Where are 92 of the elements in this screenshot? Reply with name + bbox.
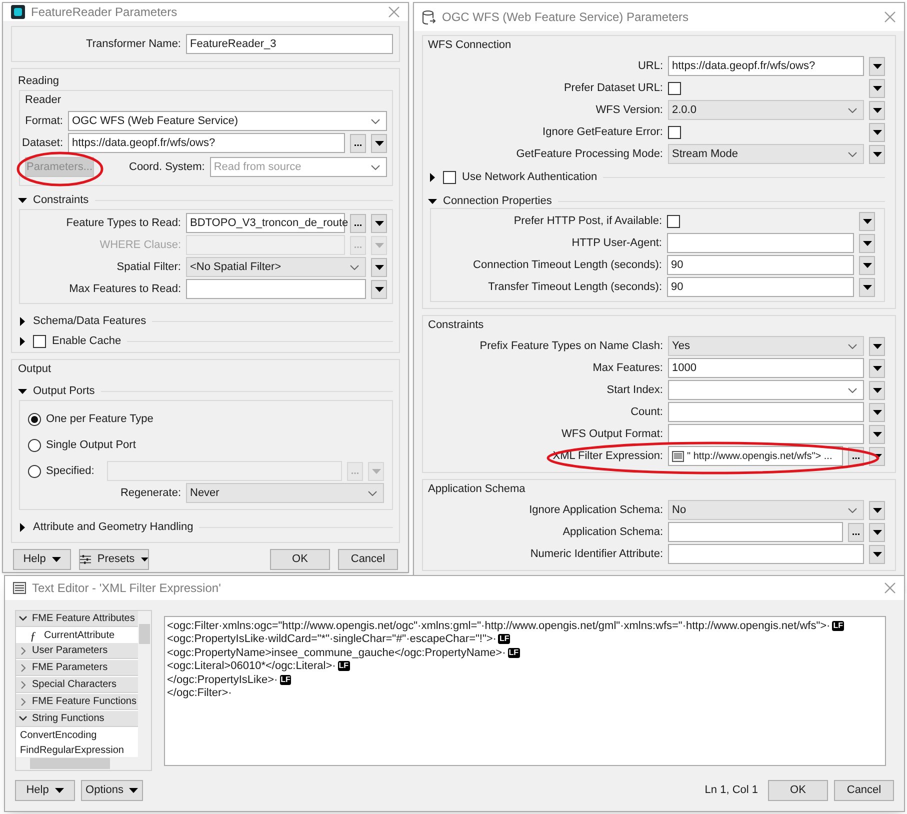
code-line: </ogc:Filter>· bbox=[167, 686, 232, 701]
field-label: Max Features: bbox=[592, 360, 663, 376]
section-title: Attribute and Geometry Handling bbox=[33, 520, 194, 535]
text-field[interactable]: 1000 bbox=[668, 358, 864, 378]
field-label: Regenerate: bbox=[120, 486, 181, 501]
window-title: OGC WFS (Web Feature Service) Parameters bbox=[442, 9, 689, 26]
window-title: Text Editor - 'XML Filter Expression' bbox=[32, 580, 221, 597]
field-label: Transfer Timeout Length (seconds): bbox=[488, 280, 662, 295]
code-line: <ogc:PropertyName>insee_commune_gauche</ogc:PropertyName>· bbox=[167, 646, 506, 660]
radio-label: Single Output Port bbox=[46, 438, 136, 453]
button[interactable]: OK bbox=[768, 780, 828, 801]
combo-box[interactable]: OGC WFS (Web Feature Service) bbox=[68, 111, 387, 131]
text-field[interactable]: FeatureReader_3 bbox=[186, 34, 393, 54]
tree-item[interactable]: ƒ CurrentAttribute bbox=[16, 628, 138, 643]
button[interactable]: Options bbox=[81, 780, 143, 801]
code-line: <ogc:Filter·xmlns:ogc="http://www.opengis.net/ogc"·xmlns:gml="·http://www.opengis.net/gml"·xmlns:wfs="·http://www.opengis.net/wfs">· bbox=[167, 618, 830, 634]
tree-item[interactable]: FindRegularExpression bbox=[16, 743, 138, 757]
group-title: Application Schema bbox=[428, 482, 526, 497]
tree-item[interactable]: ConvertEncoding bbox=[16, 728, 138, 743]
function-icon: ƒ bbox=[30, 626, 36, 644]
field-label: Spatial Filter: bbox=[116, 260, 181, 275]
field-label: Prefix Feature Types on Name Clash: bbox=[480, 338, 663, 354]
field-label: Dataset: bbox=[22, 136, 63, 151]
section-title: Constraints bbox=[33, 192, 89, 208]
button[interactable]: OK bbox=[270, 549, 330, 570]
tree-category[interactable]: FME Feature Attributes bbox=[16, 611, 138, 627]
section-title: Output Ports bbox=[33, 384, 95, 399]
status-text: Ln 1, Col 1 bbox=[704, 783, 758, 798]
dropdown[interactable]: Never bbox=[186, 483, 384, 503]
button[interactable]: Presets bbox=[79, 549, 149, 570]
field-label: URL: bbox=[638, 58, 663, 74]
tree-category[interactable]: String Functions bbox=[16, 711, 138, 727]
section-title: Schema/Data Features bbox=[33, 314, 146, 329]
dropdown[interactable]: Stream Mode bbox=[668, 144, 864, 164]
field-label: Ignore Application Schema: bbox=[529, 502, 663, 518]
field-label: Start Index: bbox=[606, 382, 663, 398]
code-line: <ogc:Literal>06010*</ogc:Literal>· bbox=[167, 659, 336, 674]
button[interactable]: Cancel bbox=[834, 780, 894, 801]
tree-category[interactable]: Special Characters bbox=[16, 677, 138, 693]
field-label: Connection Timeout Length (seconds): bbox=[473, 258, 662, 273]
tree-category[interactable]: FME Parameters bbox=[16, 660, 138, 676]
line-feed-marker: LF bbox=[280, 674, 292, 685]
text-field[interactable]: https://data.geopf.fr/wfs/ows? bbox=[668, 56, 864, 76]
expression-field[interactable]: " http://www.opengis.net/wfs"> ... bbox=[668, 446, 843, 466]
field-label: Count: bbox=[630, 404, 663, 420]
radio-label: One per Feature Type bbox=[46, 412, 154, 427]
field-label: HTTP User-Agent: bbox=[572, 236, 662, 251]
text-field[interactable]: 90 bbox=[667, 277, 854, 297]
group-title: Reading bbox=[18, 74, 60, 89]
dropdown[interactable]: No bbox=[668, 500, 864, 520]
text-field[interactable]: https://data.geopf.fr/wfs/ows? bbox=[68, 133, 345, 153]
section-title: Enable Cache bbox=[52, 334, 122, 349]
line-feed-marker: LF bbox=[832, 620, 844, 631]
browse-button[interactable]: ... bbox=[350, 214, 366, 232]
group-title: Output bbox=[18, 362, 52, 377]
field-label: Application Schema: bbox=[562, 524, 663, 540]
button[interactable]: Help bbox=[15, 780, 75, 801]
browse-button[interactable]: ... bbox=[350, 134, 366, 152]
field-label: Max Features to Read: bbox=[69, 282, 181, 297]
text-field[interactable]: 90 bbox=[667, 255, 854, 275]
field-label: WFS Output Format: bbox=[562, 426, 663, 442]
code-line: </ogc:PropertyIsLike>· bbox=[167, 672, 278, 688]
field-label: Feature Types to Read: bbox=[66, 216, 181, 231]
dropdown[interactable]: 2.0.0 bbox=[668, 100, 864, 120]
field-label: Transformer Name: bbox=[86, 36, 181, 52]
field-label: WHERE Clause: bbox=[100, 238, 181, 253]
tree-category[interactable]: FME Feature Functions bbox=[16, 694, 138, 710]
section-title: Connection Properties bbox=[443, 194, 552, 209]
dropdown[interactable]: Yes bbox=[668, 336, 864, 356]
radio-label: Specified: bbox=[46, 464, 94, 479]
field-label: Coord. System: bbox=[129, 160, 205, 175]
line-feed-marker: LF bbox=[508, 648, 520, 658]
field-label: Prefer HTTP Post, if Available: bbox=[514, 214, 662, 229]
field-label: Numeric Identifier Attribute: bbox=[530, 546, 663, 562]
group-title: WFS Connection bbox=[428, 38, 512, 53]
field-label: Format: bbox=[25, 114, 63, 129]
button[interactable]: Help bbox=[13, 549, 71, 570]
field-label: GetFeature Processing Mode: bbox=[516, 146, 663, 162]
code-line: <ogc:PropertyIsLike·wildCard="*"·singleChar="#"·escapeChar="!">· bbox=[167, 632, 496, 647]
tree-category[interactable]: User Parameters bbox=[16, 643, 138, 659]
window-title: FeatureReader Parameters bbox=[31, 4, 178, 21]
button[interactable]: Cancel bbox=[338, 549, 398, 570]
line-feed-marker: LF bbox=[338, 661, 350, 672]
field-label: WFS Version: bbox=[596, 102, 663, 118]
browse-button[interactable]: ... bbox=[848, 522, 864, 542]
group-title: Constraints bbox=[428, 318, 485, 333]
field-label: Prefer Dataset URL: bbox=[564, 80, 663, 96]
section-title: Use Network Authentication bbox=[462, 170, 598, 185]
field-label: Ignore GetFeature Error: bbox=[542, 124, 663, 140]
dropdown[interactable]: <No Spatial Filter> bbox=[186, 257, 366, 277]
line-feed-marker: LF bbox=[498, 634, 510, 644]
group-title: Reader bbox=[25, 92, 62, 108]
